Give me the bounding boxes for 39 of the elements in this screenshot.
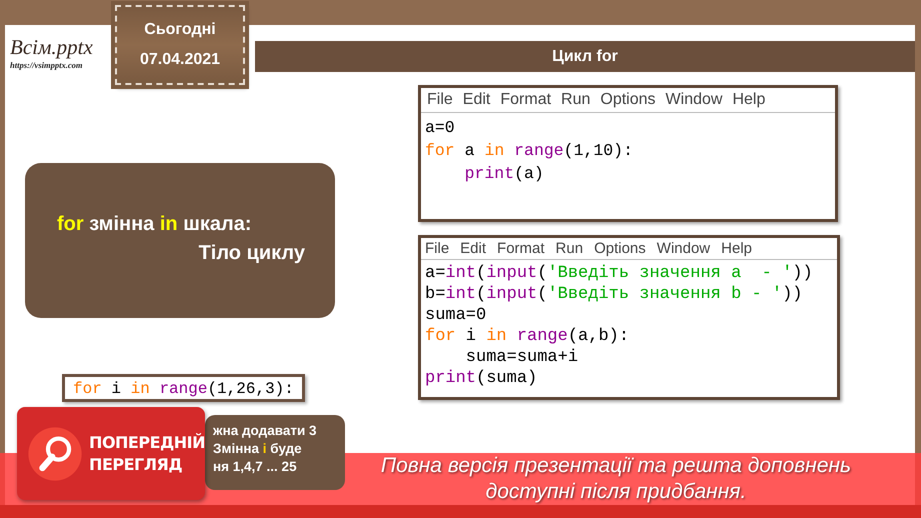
menu-item[interactable]: Window	[666, 91, 722, 109]
menu-item[interactable]: Format	[500, 91, 552, 109]
logo-url[interactable]: https://vsimpptx.com	[10, 60, 82, 70]
logo-text: Всім.pptx	[10, 35, 93, 60]
badge-text: ПЕРЕГЛЯД	[89, 454, 182, 476]
note-text: жна додавати 3	[213, 423, 316, 438]
menu-item[interactable]: Options	[600, 91, 656, 109]
note-text: Змінна і буде	[213, 441, 302, 456]
slide-title: Цикл for	[255, 41, 915, 72]
code-line: print(suma)	[425, 368, 538, 389]
code-line: a=0	[425, 117, 455, 139]
syntax-text: for змінна in шкала:	[57, 213, 252, 236]
syntax-text: Тіло циклу	[198, 242, 305, 265]
menu-item[interactable]: Window	[656, 240, 710, 257]
date-label: Сьогодні	[144, 21, 216, 39]
badge-text: ПОПЕРЕДНІЙ	[89, 432, 205, 454]
code-line: for i in range(a,b):	[425, 326, 630, 347]
menu-item[interactable]: Help	[721, 240, 752, 257]
banner-text: доступні після придбання.	[486, 479, 746, 505]
code-line: print(a)	[464, 163, 544, 185]
banner-text: Повна версія презентації та решта доповнень	[380, 453, 852, 479]
code-line: suma=suma+i	[464, 347, 578, 368]
date-value: 07.04.2021	[140, 51, 220, 69]
menu-item[interactable]: Run	[556, 240, 584, 257]
code-line: for a in range(1,10):	[425, 140, 633, 162]
menu-item[interactable]: Help	[732, 91, 766, 109]
menu-item[interactable]: Edit	[460, 240, 486, 257]
code-line: b=int(input('Введіть значення b - '))	[425, 284, 802, 305]
note-text: ня 1,4,7 ... 25	[213, 459, 297, 474]
code-line: suma=0	[425, 305, 486, 326]
preview-badge[interactable]: ПОПЕРЕДНІЙ ПЕРЕГЛЯД	[17, 407, 205, 500]
menu-item[interactable]: Edit	[462, 91, 490, 109]
menu-item[interactable]: Options	[594, 240, 646, 257]
menu-item[interactable]: File	[425, 240, 450, 257]
code-line: for i in range(1,26,3):	[73, 380, 294, 398]
menu-item[interactable]: Run	[561, 91, 590, 109]
menu-item[interactable]: File	[427, 91, 453, 109]
code-line: a=int(input('Введіть значення a - '))	[425, 263, 813, 284]
menu-item[interactable]: Format	[497, 240, 545, 257]
